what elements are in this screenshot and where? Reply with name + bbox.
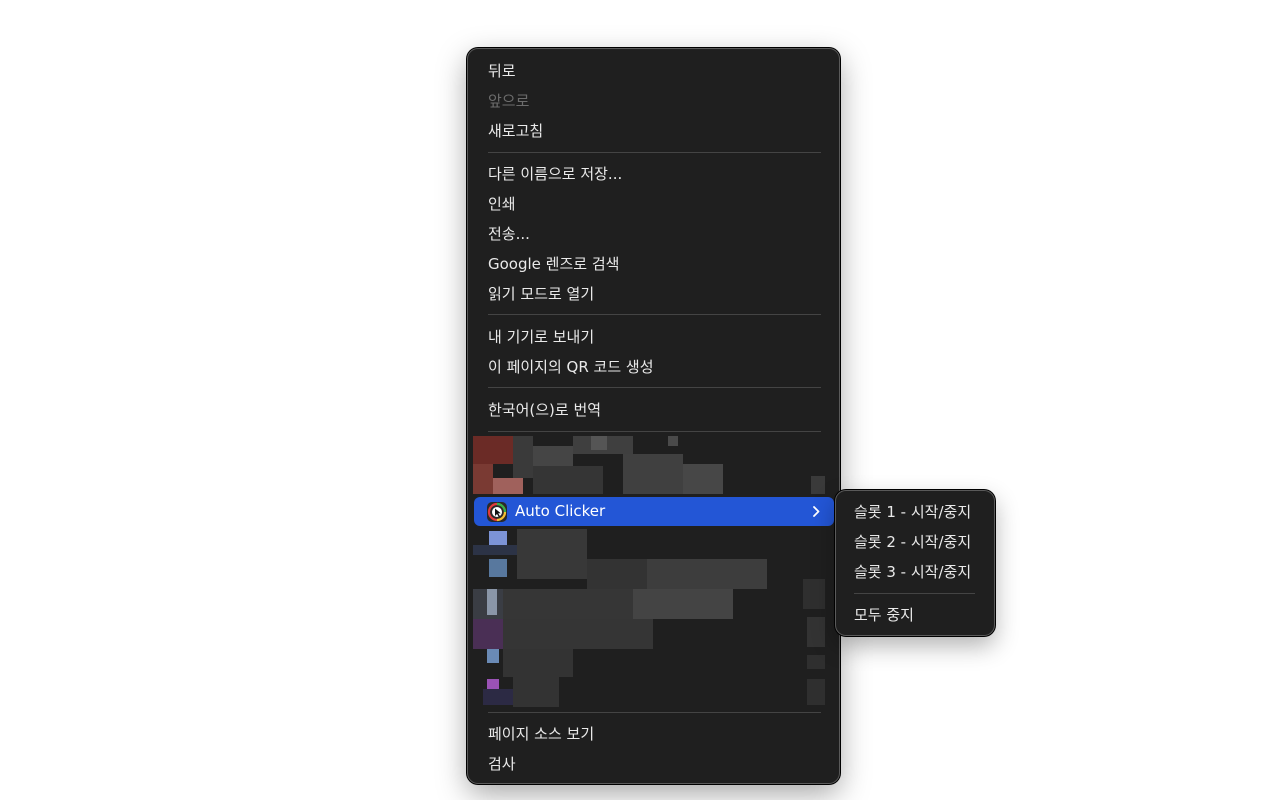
menu-item-send[interactable]: 전송...	[488, 219, 530, 249]
submenu-separator	[854, 593, 975, 594]
submenu-item-stop-all[interactable]: 모두 중지	[854, 600, 914, 630]
menu-item-send-to-devices[interactable]: 내 기기로 보내기	[488, 322, 594, 352]
menu-separator	[488, 387, 821, 388]
submenu-item-slot-2[interactable]: 슬롯 2 - 시작/중지	[854, 527, 971, 557]
menu-separator	[488, 152, 821, 153]
menu-separator	[488, 314, 821, 315]
submenu-item-slot-1[interactable]: 슬롯 1 - 시작/중지	[854, 497, 971, 527]
menu-item-print[interactable]: 인쇄	[488, 189, 516, 219]
menu-item-forward: 앞으로	[488, 92, 530, 110]
menu-item-view-source[interactable]: 페이지 소스 보기	[488, 719, 594, 749]
menu-item-save-as[interactable]: 다른 이름으로 저장...	[488, 159, 622, 189]
auto-clicker-icon	[487, 502, 507, 522]
menu-item-reload[interactable]: 새로고침	[488, 116, 543, 146]
menu-separator	[488, 712, 821, 713]
submenu-item-slot-3[interactable]: 슬롯 3 - 시작/중지	[854, 557, 971, 587]
redacted-menu-items	[473, 436, 825, 494]
chevron-right-icon	[813, 506, 820, 517]
menu-item-reading-mode[interactable]: 읽기 모드로 열기	[488, 279, 594, 309]
auto-clicker-label: Auto Clicker	[515, 502, 606, 520]
menu-item-qr-code[interactable]: 이 페이지의 QR 코드 생성	[488, 352, 654, 382]
menu-item-google-lens[interactable]: Google 렌즈로 검색	[488, 249, 619, 279]
menu-item-inspect[interactable]: 검사	[488, 749, 516, 779]
menu-item-back[interactable]: 뒤로	[488, 56, 516, 86]
auto-clicker-submenu: 슬롯 1 - 시작/중지 슬롯 2 - 시작/중지 슬롯 3 - 시작/중지 모…	[835, 490, 995, 636]
menu-item-auto-clicker[interactable]: Auto Clicker	[474, 497, 834, 526]
menu-item-translate[interactable]: 한국어(으)로 번역	[488, 395, 601, 425]
context-menu: 뒤로 앞으로 새로고침 다른 이름으로 저장... 인쇄 전송... Googl…	[467, 48, 840, 784]
redacted-menu-items	[473, 529, 825, 709]
menu-separator	[488, 431, 821, 432]
